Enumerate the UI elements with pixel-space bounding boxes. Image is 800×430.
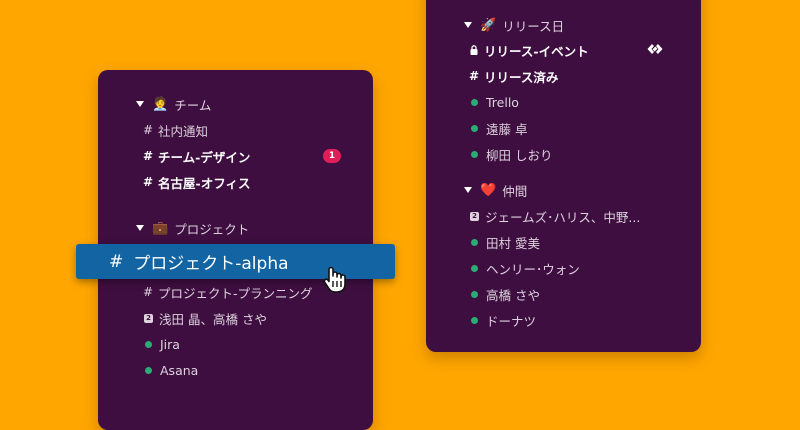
dm-item-group[interactable]: 2 浅田 晶、高橋 さや: [98, 306, 373, 330]
section-label: プロジェクト: [174, 221, 250, 237]
app-label: Trello: [486, 94, 519, 110]
dm-label: 高橋 さや: [486, 287, 540, 303]
presence-dot-icon: [471, 316, 478, 324]
rocket-icon: 🚀: [480, 17, 497, 33]
presence-dot-icon: [471, 264, 478, 272]
channel-item-team-design[interactable]: # チーム-デザイン 1: [98, 144, 373, 168]
briefcase-icon: 💼: [152, 220, 169, 236]
caret-down-icon: [136, 225, 144, 231]
app-label: Asana: [160, 362, 199, 378]
presence-dot-icon: [471, 124, 478, 132]
dm-item-henry[interactable]: ヘンリー･ウォン: [426, 256, 701, 280]
lock-icon: [469, 45, 479, 55]
app-item-donut[interactable]: ドーナツ: [426, 308, 701, 332]
presence-dot-icon: [471, 98, 478, 106]
section-label: リリース日: [502, 18, 565, 34]
unread-badge: 1: [323, 149, 341, 163]
app-label: ドーナツ: [486, 313, 537, 329]
section-label: 仲間: [502, 183, 528, 199]
hash-icon: #: [109, 251, 124, 272]
dm-label: 田村 愛美: [486, 235, 540, 251]
hash-icon: #: [143, 285, 154, 299]
dm-label: 浅田 晶、高橋 さや: [159, 311, 267, 327]
app-item-asana[interactable]: Asana: [98, 358, 373, 382]
presence-dot-icon: [145, 340, 152, 348]
dm-item-yanagida[interactable]: 柳田 しおり: [426, 142, 701, 166]
presence-dot-icon: [145, 366, 152, 374]
channel-label: プロジェクト-プランニング: [158, 285, 313, 301]
hash-icon: #: [143, 123, 154, 137]
app-item-jira[interactable]: Jira: [98, 332, 373, 356]
member-count-icon: 2: [470, 211, 479, 221]
presence-dot-icon: [471, 290, 478, 298]
section-header-team[interactable]: 🧑‍💼 チーム: [98, 92, 373, 116]
presence-dot-icon: [471, 238, 478, 246]
channel-label: リリース済み: [484, 69, 559, 85]
dm-item-endo[interactable]: 遠藤 卓: [426, 116, 701, 140]
app-item-trello[interactable]: Trello: [426, 90, 701, 114]
hash-icon: #: [143, 175, 154, 189]
caret-down-icon: [136, 101, 144, 107]
section-header-project[interactable]: 💼 プロジェクト: [98, 216, 373, 240]
heart-icon: ❤️: [480, 182, 497, 198]
dm-label: ジェームズ･ハリス、中野...: [485, 209, 641, 225]
section-emoji-icon: 🧑‍💼: [152, 96, 169, 112]
section-header-friends[interactable]: ❤️ 仲間: [426, 178, 701, 202]
channel-label: 社内通知: [158, 123, 209, 139]
hash-icon: #: [469, 69, 480, 83]
dm-label: 柳田 しおり: [486, 147, 553, 163]
section-header-release[interactable]: 🚀 リリース日: [426, 13, 701, 37]
presence-dot-icon: [471, 150, 478, 158]
caret-down-icon: [464, 22, 472, 28]
shared-channel-icon: [647, 43, 663, 58]
sidebar-panel-right: 🚀 リリース日 リリース-イベント # リリース済み Trello 遠藤 卓 柳…: [426, 0, 701, 352]
section-label: チーム: [174, 97, 212, 113]
channel-item-released[interactable]: # リリース済み: [426, 64, 701, 88]
channel-label: プロジェクト-alpha: [133, 254, 289, 274]
caret-down-icon: [464, 187, 472, 193]
channel-label: チーム-デザイン: [158, 149, 251, 165]
dm-label: 遠藤 卓: [486, 121, 528, 137]
channel-label: リリース-イベント: [484, 43, 589, 59]
channel-item-release-event[interactable]: リリース-イベント: [426, 38, 701, 62]
channel-item-announcements[interactable]: # 社内通知: [98, 118, 373, 142]
dm-item-group[interactable]: 2 ジェームズ･ハリス、中野...: [426, 204, 701, 228]
channel-item-nagoya-office[interactable]: # 名古屋-オフィス: [98, 170, 373, 194]
hand-pointer-icon: [322, 266, 348, 298]
dm-item-takahashi[interactable]: 高橋 さや: [426, 282, 701, 306]
dm-label: ヘンリー･ウォン: [486, 261, 580, 277]
member-count-icon: 2: [144, 313, 153, 323]
app-label: Jira: [160, 336, 180, 352]
dm-item-tamura[interactable]: 田村 愛美: [426, 230, 701, 254]
channel-label: 名古屋-オフィス: [158, 175, 251, 191]
hash-icon: #: [143, 149, 154, 163]
